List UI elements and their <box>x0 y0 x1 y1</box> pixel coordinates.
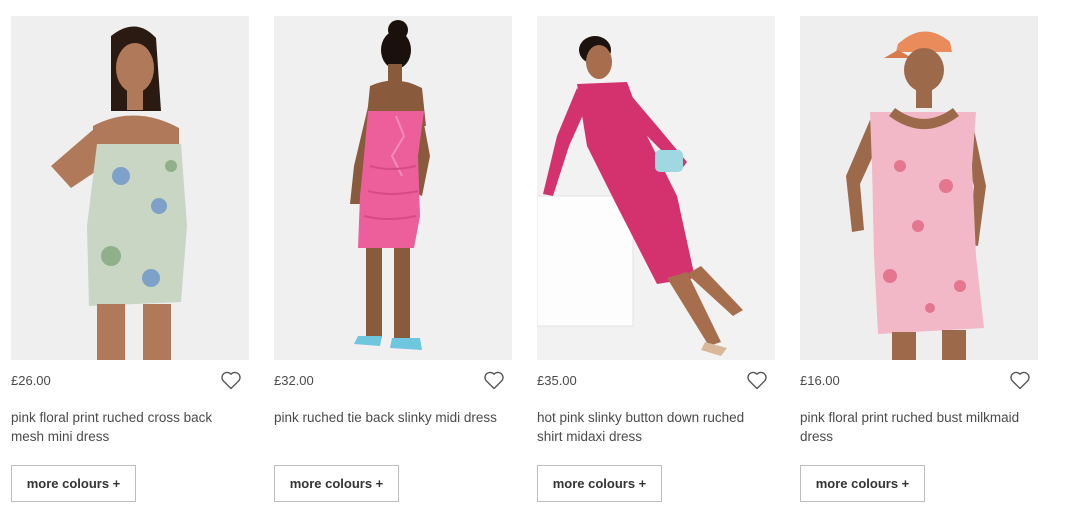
more-colours-button[interactable]: more colours + <box>537 465 662 502</box>
price-row: £26.00 <box>11 360 249 400</box>
model-photo-illustration <box>800 16 1038 360</box>
model-photo-illustration <box>537 16 775 360</box>
wishlist-heart-icon[interactable] <box>219 368 243 392</box>
product-title[interactable]: pink ruched tie back slinky midi dress <box>274 408 510 448</box>
wishlist-heart-icon[interactable] <box>482 368 506 392</box>
model-photo-illustration <box>11 16 249 360</box>
product-price: £16.00 <box>800 372 840 388</box>
product-title[interactable]: hot pink slinky button down ruched shirt… <box>537 408 773 448</box>
wishlist-heart-icon[interactable] <box>745 368 769 392</box>
product-card: £32.00 pink ruched tie back slinky midi … <box>274 16 512 502</box>
product-image[interactable] <box>274 16 512 360</box>
product-image[interactable] <box>11 16 249 360</box>
product-title[interactable]: pink floral print ruched cross back mesh… <box>11 408 247 448</box>
more-colours-button[interactable]: more colours + <box>274 465 399 502</box>
price-row: £35.00 <box>537 360 775 400</box>
more-colours-button[interactable]: more colours + <box>11 465 136 502</box>
product-price: £35.00 <box>537 372 577 388</box>
product-image[interactable] <box>800 16 1038 360</box>
product-image[interactable] <box>537 16 775 360</box>
product-price: £32.00 <box>274 372 314 388</box>
product-card: £35.00 hot pink slinky button down ruche… <box>537 16 775 502</box>
model-photo-illustration <box>274 16 512 360</box>
product-price: £26.00 <box>11 372 51 388</box>
product-title[interactable]: pink floral print ruched bust milkmaid d… <box>800 408 1036 448</box>
price-row: £32.00 <box>274 360 512 400</box>
more-colours-button[interactable]: more colours + <box>800 465 925 502</box>
product-grid: £26.00 pink floral print ruched cross ba… <box>0 0 1080 510</box>
product-card: £26.00 pink floral print ruched cross ba… <box>11 16 249 502</box>
product-card: £16.00 pink floral print ruched bust mil… <box>800 16 1038 502</box>
price-row: £16.00 <box>800 360 1038 400</box>
wishlist-heart-icon[interactable] <box>1008 368 1032 392</box>
